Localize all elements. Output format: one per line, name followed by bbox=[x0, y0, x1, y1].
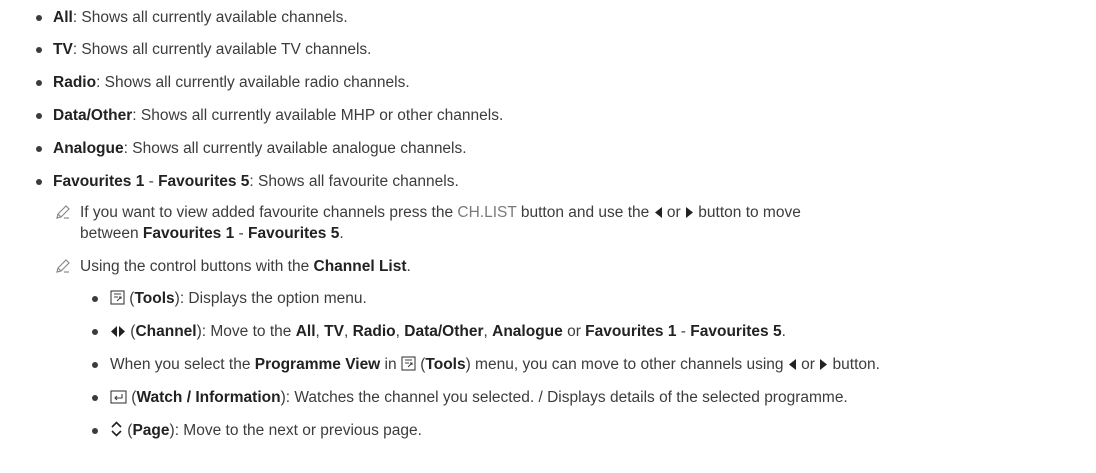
manual-page: All: Shows all currently available chann… bbox=[0, 0, 1096, 473]
term: Programme View bbox=[254, 356, 381, 373]
text-part: , bbox=[395, 323, 405, 340]
sub-item-channel: (Channel): Move to the All, TV, Radio, D… bbox=[110, 322, 786, 342]
desc: : Shows all favourite channels. bbox=[249, 173, 459, 190]
list-item: Analogue: Shows all currently available … bbox=[53, 139, 467, 159]
note-text: Using the control buttons with the Chann… bbox=[80, 257, 411, 277]
note-text: If you want to view added favourite chan… bbox=[80, 203, 801, 223]
bullet bbox=[36, 15, 42, 21]
bullet bbox=[36, 80, 42, 86]
text-part: , bbox=[483, 323, 493, 340]
text-part: ( bbox=[415, 356, 426, 373]
text-part: in bbox=[380, 356, 401, 373]
note-text-line2: between Favourites 1 - Favourites 5. bbox=[80, 224, 344, 244]
term: Favourites 1 bbox=[142, 225, 235, 242]
term: Page bbox=[132, 422, 170, 439]
note-text-part: button and use the bbox=[516, 204, 654, 221]
desc: ): Displays the option menu. bbox=[174, 290, 367, 307]
term: Analogue bbox=[53, 140, 124, 157]
desc: ): Move to the next or previous page. bbox=[169, 422, 422, 439]
bullet bbox=[92, 329, 98, 335]
bullet bbox=[36, 47, 42, 53]
right-arrow-icon bbox=[685, 206, 694, 219]
note-text-part: button to move bbox=[693, 204, 801, 221]
bullet bbox=[36, 113, 42, 119]
list-item: Data/Other: Shows all currently availabl… bbox=[53, 106, 503, 126]
text-part: ): Move to the bbox=[196, 323, 296, 340]
text-part: ) menu, you can move to other channels u… bbox=[465, 356, 788, 373]
term: Watch / Information bbox=[136, 389, 281, 406]
text-part: When you select the bbox=[110, 356, 255, 373]
list-item: TV: Shows all currently available TV cha… bbox=[53, 40, 371, 60]
desc: : Shows all currently available analogue… bbox=[123, 140, 467, 157]
key-ch-list: CH.LIST bbox=[457, 204, 517, 221]
text-part: , bbox=[343, 323, 353, 340]
desc: ): Watches the channel you selected. / D… bbox=[280, 389, 848, 406]
left-arrow-icon bbox=[788, 358, 797, 371]
tools-icon bbox=[110, 290, 125, 305]
desc: : Shows all currently available channels… bbox=[72, 9, 348, 26]
bullet bbox=[36, 179, 42, 185]
term: All bbox=[295, 323, 316, 340]
list-item: Favourites 1 - Favourites 5: Shows all f… bbox=[53, 172, 459, 192]
text-part: , bbox=[315, 323, 325, 340]
tools-icon bbox=[401, 356, 416, 371]
bullet bbox=[36, 146, 42, 152]
desc: : Shows all currently available radio ch… bbox=[96, 74, 410, 91]
pencil-note-icon bbox=[55, 204, 71, 224]
term: Favourites 1 bbox=[53, 173, 145, 190]
note-text-part: or bbox=[662, 204, 685, 221]
left-arrow-icon bbox=[654, 206, 663, 219]
bullet bbox=[92, 296, 98, 302]
term: Favourites 5 bbox=[158, 173, 250, 190]
term: Analogue bbox=[492, 323, 563, 340]
term: Favourites 5 bbox=[248, 225, 340, 242]
sep: - bbox=[144, 173, 159, 190]
term: Favourites 5 bbox=[690, 323, 782, 340]
text-part: . bbox=[781, 323, 786, 340]
list-item: All: Shows all currently available chann… bbox=[53, 8, 348, 28]
sub-item-page: (Page): Move to the next or previous pag… bbox=[110, 421, 422, 441]
pencil-note-icon bbox=[55, 258, 71, 278]
sub-item-programme: When you select the Programme View in (T… bbox=[110, 355, 880, 375]
list-item: Radio: Shows all currently available rad… bbox=[53, 73, 410, 93]
term: Tools bbox=[134, 290, 175, 307]
bullet bbox=[92, 362, 98, 368]
term: All bbox=[53, 9, 73, 26]
bullet bbox=[92, 395, 98, 401]
text-part: or bbox=[562, 323, 586, 340]
right-arrow-icon bbox=[118, 325, 126, 338]
term: Data/Other bbox=[404, 323, 484, 340]
term: Radio bbox=[352, 323, 396, 340]
text-part: - bbox=[676, 323, 691, 340]
note-text-part: . bbox=[339, 225, 344, 242]
note-text-part: . bbox=[406, 258, 411, 275]
text-part: or bbox=[796, 356, 820, 373]
right-arrow-icon bbox=[819, 358, 828, 371]
desc: : Shows all currently available MHP or o… bbox=[132, 107, 504, 124]
text-part: button. bbox=[828, 356, 880, 373]
term: Favourites 1 bbox=[585, 323, 677, 340]
sub-item-watch: (Watch / Information): Watches the chann… bbox=[110, 388, 848, 408]
up-down-chevron-icon bbox=[110, 421, 123, 437]
term: Data/Other bbox=[53, 107, 133, 124]
note-text-part: If you want to view added favourite chan… bbox=[80, 204, 458, 221]
bullet bbox=[92, 428, 98, 434]
sep: - bbox=[234, 225, 249, 242]
term: Channel bbox=[135, 323, 197, 340]
term: Channel List bbox=[313, 258, 407, 275]
note-text-part: between bbox=[80, 225, 143, 242]
note-text-part: Using the control buttons with the bbox=[80, 258, 314, 275]
term: TV bbox=[53, 41, 73, 58]
desc: : Shows all currently available TV chann… bbox=[72, 41, 372, 58]
term: Tools bbox=[425, 356, 466, 373]
enter-icon bbox=[110, 390, 127, 404]
left-arrow-icon bbox=[110, 325, 118, 338]
term: TV bbox=[324, 323, 344, 340]
term: Radio bbox=[53, 74, 97, 91]
sub-item-tools: (Tools): Displays the option menu. bbox=[110, 289, 367, 309]
